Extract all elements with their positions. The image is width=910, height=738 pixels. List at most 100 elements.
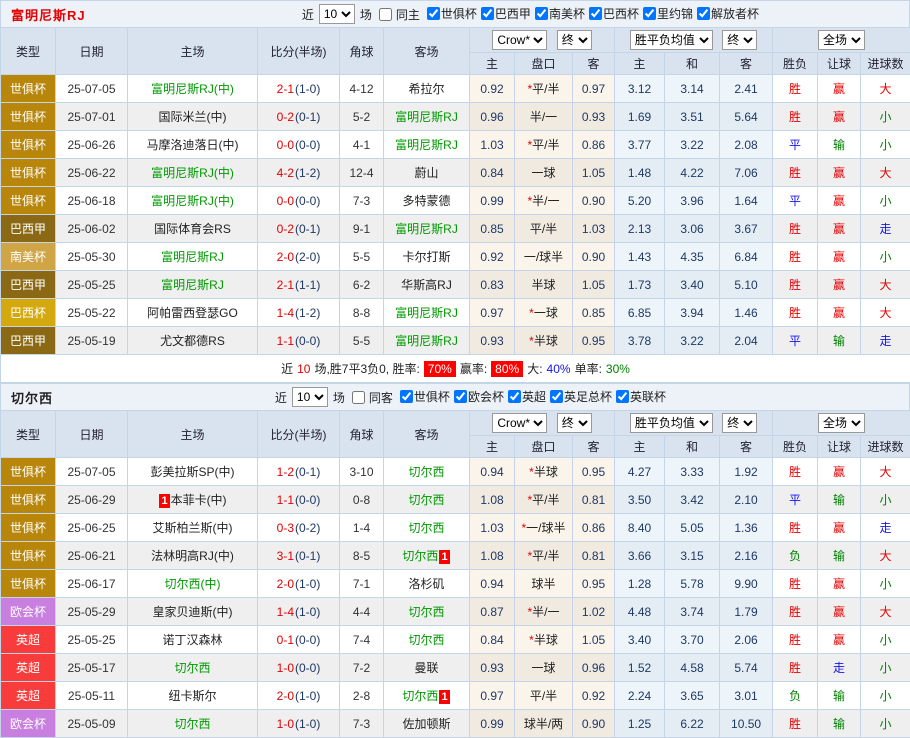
asia-final-select[interactable]: 终 [557, 30, 592, 50]
asia-final-select[interactable]: 终 [557, 413, 592, 433]
corner-cell: 4-12 [340, 75, 384, 103]
league-checkbox[interactable] [400, 390, 413, 403]
handicap-name: 一/球半 [524, 250, 563, 264]
avg-draw-odds-cell: 5.78 [665, 570, 720, 598]
league-filter[interactable]: 英超 [504, 388, 546, 405]
scope-select[interactable]: 全场 [818, 413, 865, 433]
match-row: 英超25-05-17切尔西1-0(0-0)7-2曼联0.93一球0.961.52… [1, 654, 910, 682]
away-team-cell: 蔚山 [384, 159, 470, 187]
handicap-cell: *平/半 [515, 75, 573, 103]
corner-cell: 9-1 [340, 215, 384, 243]
league-label: 世俱杯 [441, 5, 477, 22]
result-cell: 胜 [773, 299, 818, 327]
league-checkbox[interactable] [508, 390, 521, 403]
match-history-page: 富明尼斯RJ 近 10 场 同主 世俱杯巴西甲南美杯巴西杯里约锦解放者杯 类型 … [0, 0, 910, 738]
avg-draw-odds-cell: 3.96 [665, 187, 720, 215]
league-filter[interactable]: 英足总杯 [546, 388, 612, 405]
home-team-cell: 富明尼斯RJ(中) [128, 187, 258, 215]
league-checkbox[interactable] [481, 7, 494, 20]
near-label: 近 [302, 6, 314, 23]
league-checkbox[interactable] [697, 7, 710, 20]
league-filter[interactable]: 世俱杯 [396, 388, 450, 405]
league-filter[interactable]: 解放者杯 [693, 5, 759, 22]
league-checkbox[interactable] [616, 390, 629, 403]
handicap-result-cell: 赢 [818, 626, 861, 654]
match-row: 世俱杯25-06-291本菲卡(中)1-1(0-0)0-8切尔西1.08*平/半… [1, 486, 910, 514]
crown-away-odds-cell: 0.95 [573, 458, 615, 486]
handicap-result-cell: 赢 [818, 299, 861, 327]
score-cell: 0-2(0-1) [258, 103, 340, 131]
company-select[interactable]: Crow* [492, 30, 547, 50]
league-checkbox[interactable] [535, 7, 548, 20]
home-team-cell: 切尔西(中) [128, 570, 258, 598]
league-filter[interactable]: 巴西杯 [585, 5, 639, 22]
same-venue-checkbox[interactable] [379, 8, 392, 21]
avg-draw-odds-cell: 6.22 [665, 710, 720, 738]
league-checkbox[interactable] [454, 390, 467, 403]
games-count-select[interactable]: 10 [292, 387, 328, 407]
same-venue-checkbox[interactable] [352, 391, 365, 404]
away-team-cell: 切尔西 [384, 626, 470, 654]
europe-avg-select[interactable]: 胜平负均值 [630, 30, 713, 50]
avg-draw-odds-cell: 3.42 [665, 486, 720, 514]
league-filter[interactable]: 英联杯 [612, 388, 666, 405]
handicap-result-cell: 赢 [818, 598, 861, 626]
col-date: 日期 [56, 28, 128, 75]
home-team-cell: 皇家贝迪斯(中) [128, 598, 258, 626]
home-team-name: 诺丁汉森林 [162, 633, 222, 647]
home-team-cell: 切尔西 [128, 654, 258, 682]
avg-lose-odds-cell: 2.16 [720, 542, 773, 570]
crown-home-odds-cell: 0.94 [470, 458, 515, 486]
league-type-cell: 世俱杯 [1, 514, 56, 542]
fulltime-score: 0-2 [277, 222, 294, 236]
match-date-cell: 25-06-25 [56, 514, 128, 542]
home-team-name: 切尔西 [174, 661, 210, 675]
col-home: 主场 [128, 411, 258, 458]
avg-lose-odds-cell: 1.64 [720, 187, 773, 215]
filter-toolbar: 近 10 场 同主 世俱杯巴西甲南美杯巴西杯里约锦解放者杯 [300, 4, 909, 24]
europe-final-select[interactable]: 终 [722, 413, 757, 433]
avg-lose-odds-cell: 2.06 [720, 626, 773, 654]
league-filter[interactable]: 世俱杯 [423, 5, 477, 22]
europe-odds-controls: 胜平负均值 终 [615, 411, 773, 436]
league-filter[interactable]: 里约锦 [639, 5, 693, 22]
handicap-result-cell: 输 [818, 486, 861, 514]
handicap-result-cell: 走 [818, 654, 861, 682]
col-crown-home: 主 [470, 436, 515, 458]
europe-final-select[interactable]: 终 [722, 30, 757, 50]
league-checkbox[interactable] [643, 7, 656, 20]
company-select[interactable]: Crow* [492, 413, 547, 433]
scope-select[interactable]: 全场 [818, 30, 865, 50]
league-checkbox[interactable] [427, 7, 440, 20]
handicap-result-cell: 输 [818, 327, 861, 355]
match-rows: 世俱杯25-07-05富明尼斯RJ(中)2-1(1-0)4-12希拉尔0.92*… [1, 75, 910, 355]
europe-avg-select[interactable]: 胜平负均值 [630, 413, 713, 433]
result-cell: 胜 [773, 159, 818, 187]
crown-away-odds-cell: 0.81 [573, 486, 615, 514]
halftime-score: (1-0) [295, 717, 320, 731]
handicap-name: 半球 [534, 334, 558, 348]
crown-home-odds-cell: 0.99 [470, 187, 515, 215]
games-count-select[interactable]: 10 [319, 4, 355, 24]
match-row: 世俱杯25-06-25艾斯柏兰斯(中)0-3(0-2)1-4切尔西1.03*一/… [1, 514, 910, 542]
home-team-name: 富明尼斯RJ [161, 278, 224, 292]
handicap-cell: *半球 [515, 626, 573, 654]
league-filter[interactable]: 巴西甲 [477, 5, 531, 22]
corner-cell: 8-5 [340, 542, 384, 570]
goals-result-cell: 小 [861, 103, 910, 131]
league-checkbox[interactable] [589, 7, 602, 20]
handicap-result-cell: 赢 [818, 458, 861, 486]
league-type-cell: 巴西杯 [1, 299, 56, 327]
col-handicap-result: 让球 [818, 53, 861, 75]
away-team-cell: 华斯高RJ [384, 271, 470, 299]
match-row: 世俱杯25-06-17切尔西(中)2-0(1-0)7-1洛杉矶0.94球半0.9… [1, 570, 910, 598]
result-cell: 平 [773, 131, 818, 159]
handicap-name: 一球 [531, 166, 555, 180]
league-checkbox[interactable] [550, 390, 563, 403]
league-filter[interactable]: 南美杯 [531, 5, 585, 22]
goals-result-cell: 走 [861, 327, 910, 355]
score-cell: 1-2(0-1) [258, 458, 340, 486]
handicap-name: 平/半 [532, 549, 559, 563]
match-date-cell: 25-05-30 [56, 243, 128, 271]
league-filter[interactable]: 欧会杯 [450, 388, 504, 405]
